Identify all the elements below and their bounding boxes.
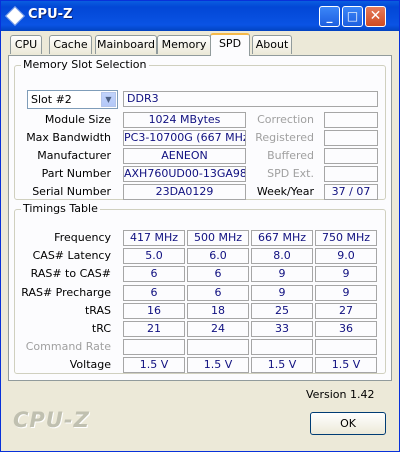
timing-cell: 9.0 — [315, 248, 377, 265]
maximize-icon: □ — [346, 9, 359, 23]
timing-cell: 500 MHz — [187, 230, 249, 246]
week-year-field: 37 / 07 — [324, 184, 378, 200]
spd-ext-label: SPD Ext. — [267, 167, 314, 180]
timing-cell: 9 — [315, 266, 377, 283]
timing-cell: 21 — [123, 321, 185, 337]
timing-cell: 417 MHz — [123, 230, 185, 246]
week-year-label: Week/Year — [256, 185, 314, 198]
memory-type-field: DDR3 — [123, 91, 378, 107]
chevron-down-icon[interactable]: ▼ — [101, 92, 116, 107]
timings-group: Timings Table Frequency 417 MHz 500 MHz 667… — [14, 202, 386, 374]
cpuz-logo: CPU-Z — [13, 408, 90, 432]
timing-row-label: tRAS — [84, 303, 111, 317]
tab-cache[interactable]: Cache — [49, 35, 92, 54]
timing-cell: 9 — [251, 266, 313, 283]
timing-cell — [187, 339, 249, 356]
close-button[interactable]: ✕ — [365, 6, 386, 27]
timings-group-title: Timings Table — [21, 202, 100, 215]
title-bar[interactable]: CPU-Z _ □ ✕ — [1, 1, 399, 31]
tab-memory[interactable]: Memory — [157, 35, 211, 54]
registered-field — [324, 130, 378, 146]
timing-cell — [315, 339, 377, 356]
timing-cell: 8.0 — [251, 248, 313, 265]
app-icon — [5, 6, 25, 26]
timing-cell — [251, 339, 313, 356]
timing-row-label: tRC — [91, 322, 111, 335]
timing-cell: 6 — [123, 284, 185, 301]
buffered-field — [324, 148, 378, 164]
correction-field — [324, 112, 378, 128]
manufacturer-label: Manufacturer — [37, 149, 111, 162]
ok-button[interactable]: OK — [310, 412, 386, 435]
tab-bar: CPU Cache Mainboard Memory SPD About — [8, 33, 392, 56]
tab-mainboard[interactable]: Mainboard — [95, 35, 157, 54]
timing-cell: 750 MHz — [315, 230, 377, 246]
timing-cell — [123, 339, 185, 356]
timing-cell: 24 — [187, 321, 249, 337]
timing-cell: 1.5 V — [315, 357, 377, 374]
timing-cell: 6 — [123, 266, 185, 283]
memory-slot-group: Memory Slot Selection Slot #2 ▼ DDR3 Mod… — [14, 58, 386, 200]
manufacturer-field: AENEON — [123, 148, 246, 164]
timing-cell: 6 — [187, 266, 249, 283]
slot-select[interactable]: Slot #2 ▼ — [27, 90, 118, 109]
timing-row-label: RAS# to CAS# — [30, 267, 111, 281]
timing-row-label: CAS# Latency — [32, 249, 111, 263]
timing-row-label: Voltage — [69, 358, 111, 372]
timing-cell: 1.5 V — [251, 357, 313, 374]
maximize-button[interactable]: □ — [342, 6, 363, 27]
slot-select-value: Slot #2 — [31, 93, 72, 106]
buffered-label: Buffered — [267, 149, 314, 162]
timing-cell: 9 — [251, 284, 313, 301]
version-text: Version 1.42 — [306, 388, 375, 401]
tab-spd[interactable]: SPD — [210, 33, 250, 56]
part-number-field: AXH760UD00-13GA98X — [123, 166, 246, 182]
timing-cell: 33 — [251, 321, 313, 337]
timing-cell: 667 MHz — [251, 230, 313, 246]
registered-label: Registered — [255, 131, 314, 144]
timing-row-label: Frequency — [54, 231, 111, 244]
window-title: CPU-Z — [28, 7, 73, 22]
max-bandwidth-field: PC3-10700G (667 MHz) — [123, 130, 246, 146]
timing-cell: 1.5 V — [187, 357, 249, 374]
timing-cell: 6 — [187, 284, 249, 301]
cpuz-window: CPU-Z _ □ ✕ CPU Cache Mainboard Memory S… — [0, 0, 400, 452]
timing-row-label: Command Rate — [25, 340, 111, 354]
max-bandwidth-label: Max Bandwidth — [26, 131, 111, 144]
timing-cell: 1.5 V — [123, 357, 185, 374]
timing-cell: 18 — [187, 302, 249, 319]
timing-cell: 5.0 — [123, 248, 185, 265]
timing-cell: 36 — [315, 321, 377, 337]
close-icon: ✕ — [369, 8, 382, 24]
timing-cell: 9 — [315, 284, 377, 301]
spd-panel: Memory Slot Selection Slot #2 ▼ DDR3 Mod… — [8, 55, 392, 381]
spd-ext-field — [324, 166, 378, 182]
tab-about[interactable]: About — [252, 35, 292, 54]
part-number-label: Part Number — [41, 167, 111, 180]
timing-row-label: RAS# Precharge — [21, 285, 111, 299]
timing-cell: 25 — [251, 302, 313, 319]
minimize-button[interactable]: _ — [319, 6, 340, 27]
module-size-label: Module Size — [44, 113, 111, 126]
timing-cell: 6.0 — [187, 248, 249, 265]
serial-number-field: 23DA0129 — [123, 184, 246, 200]
tab-cpu[interactable]: CPU — [10, 35, 42, 54]
memory-slot-group-title: Memory Slot Selection — [21, 58, 149, 71]
serial-number-label: Serial Number — [32, 185, 111, 198]
timing-cell: 16 — [123, 302, 185, 319]
correction-label: Correction — [257, 113, 314, 126]
timing-cell: 27 — [315, 302, 377, 319]
minimize-icon: _ — [326, 9, 333, 23]
module-size-field: 1024 MBytes — [123, 112, 246, 128]
